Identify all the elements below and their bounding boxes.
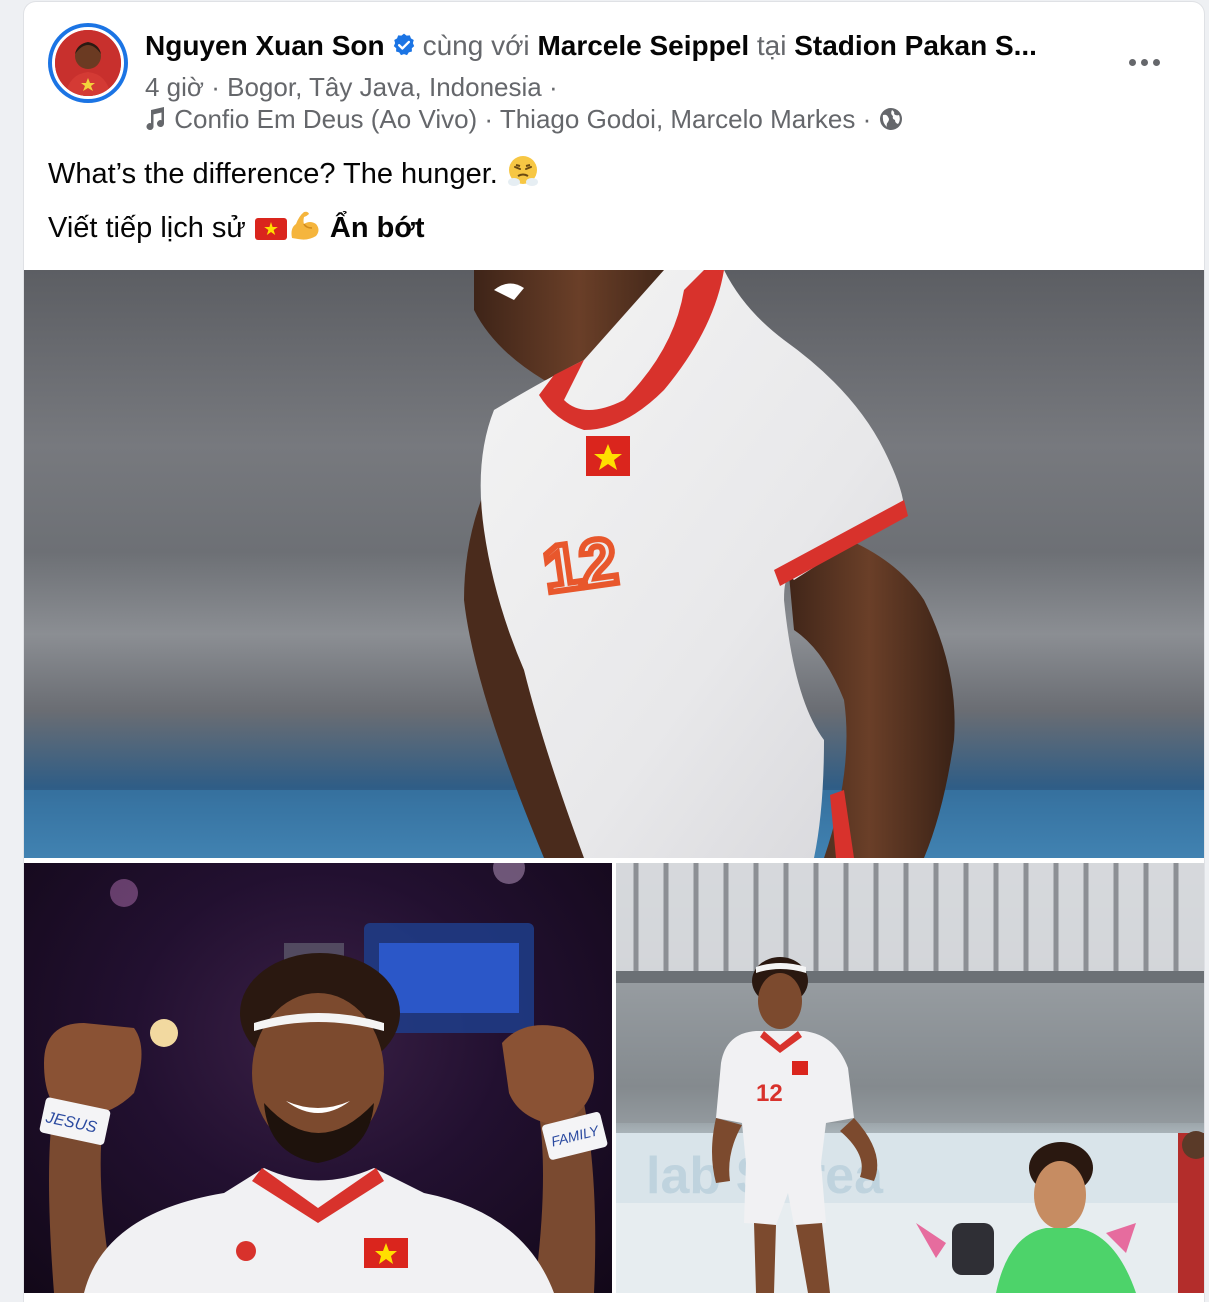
avatar-image xyxy=(55,30,121,96)
shirt-number: 12 xyxy=(539,523,622,606)
see-less-link[interactable]: Ẩn bớt xyxy=(330,212,425,244)
dot-icon xyxy=(1128,58,1136,66)
verified-badge-icon xyxy=(393,33,414,56)
post-photo-main[interactable]: 12 xyxy=(24,270,1204,858)
player-running-image: lab S rrea 12 xyxy=(616,863,1204,1293)
place-name[interactable]: Stadion Pakan S... xyxy=(794,30,1037,61)
music-title[interactable]: Confio Em Deus (Ao Vivo) · Thiago Godoi,… xyxy=(174,104,855,134)
meta-separator: · xyxy=(211,72,220,102)
music-note-icon xyxy=(146,107,165,131)
author-name[interactable]: Nguyen Xuan Son xyxy=(145,30,385,61)
post-title: Nguyen Xuan Son cùng với Marcele Seippel … xyxy=(145,28,1105,64)
shirt-number-small: 12 xyxy=(756,1080,783,1107)
vietnam-flag-emoji-icon xyxy=(254,218,287,240)
with-word: cùng với xyxy=(422,30,530,61)
post-time[interactable]: 4 giờ xyxy=(145,72,204,102)
meta-separator-3: · xyxy=(862,104,872,134)
tagged-person[interactable]: Marcele Seippel xyxy=(537,30,749,61)
music-attribution: Confio Em Deus (Ao Vivo) · Thiago Godoi,… xyxy=(143,102,904,136)
post-text-2: Viết tiếp lịch sử xyxy=(48,212,246,244)
post-text-1: What’s the difference? The hunger. xyxy=(48,158,498,190)
post-meta: 4 giờ · Bogor, Tây Java, Indonesia · xyxy=(145,70,558,104)
post-photo-left[interactable]: JESUS FAMILY xyxy=(24,863,612,1293)
avatar[interactable] xyxy=(52,27,124,99)
post-text-line2: Viết tiếp lịch sử Ẩn bớt xyxy=(48,208,425,247)
meta-separator-2: · xyxy=(548,72,558,102)
dot-icon xyxy=(1140,58,1148,66)
post-text-line1: What’s the difference? The hunger. xyxy=(48,154,540,193)
globe-icon[interactable] xyxy=(878,104,904,134)
story-ring[interactable] xyxy=(48,23,128,103)
steam-from-nose-emoji-icon xyxy=(507,156,538,186)
dot-icon xyxy=(1152,58,1160,66)
more-options-button[interactable] xyxy=(1120,44,1168,80)
flexed-biceps-emoji-icon xyxy=(291,211,319,240)
post-location[interactable]: Bogor, Tây Java, Indonesia xyxy=(227,72,542,102)
player-celebration-image: 12 xyxy=(24,270,1204,858)
player-fists-image: JESUS FAMILY xyxy=(39,863,608,1293)
at-word: tại xyxy=(756,30,787,61)
post-card: Nguyen Xuan Son cùng với Marcele Seippel … xyxy=(24,2,1204,1302)
post-header: Nguyen Xuan Son cùng với Marcele Seippel … xyxy=(24,2,1204,142)
post-photo-right[interactable]: lab S rrea 12 xyxy=(616,863,1204,1293)
